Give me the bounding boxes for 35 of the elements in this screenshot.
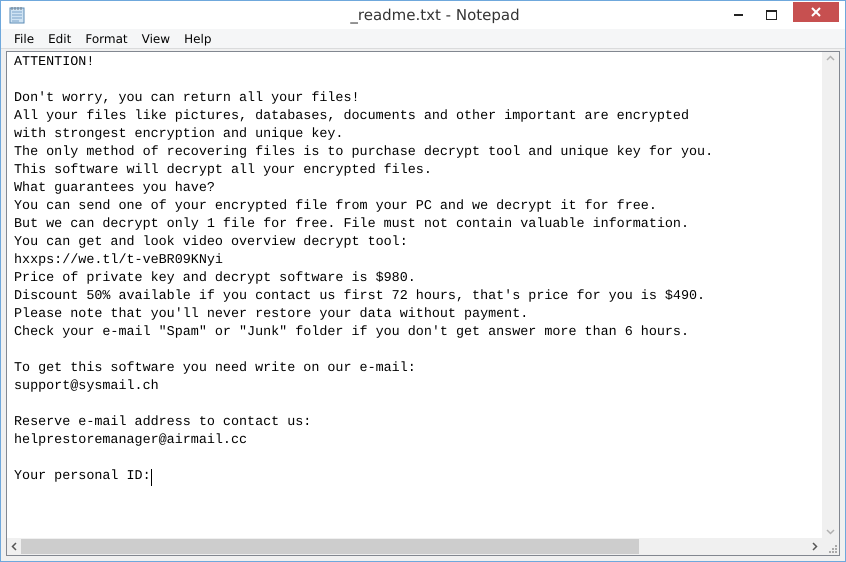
maximize-icon xyxy=(766,10,776,20)
text-line: ATTENTION! xyxy=(14,54,94,72)
text-line: hxxps://we.tl/t-veBR09KNyi xyxy=(14,252,223,270)
vertical-scrollbar[interactable] xyxy=(822,52,839,538)
text-line: You can get and look video overview decrypt tool: xyxy=(14,234,408,252)
close-icon xyxy=(811,7,821,17)
text-line: Reserve e-mail address to contact us: xyxy=(14,414,312,432)
resize-grip-icon xyxy=(829,545,837,553)
text-line: with strongest encryption and unique key. xyxy=(14,126,344,144)
text-line: But we can decrypt only 1 file for free. File must not contain valuable information. xyxy=(14,216,689,234)
menu-item[interactable]: Edit xyxy=(41,30,78,48)
menu-item[interactable]: Format xyxy=(78,30,135,48)
text-line: Please note that you'll never restore your data without payment. xyxy=(14,306,528,324)
close-button[interactable] xyxy=(793,2,839,22)
text-line: All your files like pictures, databases, documents and other important are encrypted xyxy=(14,108,689,126)
scrollbar-thumb[interactable] xyxy=(21,539,639,554)
text-line: The only method of recovering files is to purchase decrypt tool and unique key for you. xyxy=(14,144,714,162)
text-line: support@sysmail.ch xyxy=(14,378,159,396)
window-title: _readme.txt - Notepad xyxy=(350,4,520,26)
text-line: Check your e-mail "Spam" or "Junk" folder if you don't get answer more than 6 hours. xyxy=(14,324,689,342)
horizontal-scrollbar[interactable] xyxy=(7,538,822,555)
notepad-icon xyxy=(9,6,25,24)
text-line: What guarantees you have? xyxy=(14,180,215,198)
text-line: Discount 50% available if you contact us first 72 hours, that's price for you is $490. xyxy=(14,288,706,306)
text-line: helprestoremanager@airmail.cc xyxy=(14,432,248,450)
text-line: You can send one of your encrypted file from your PC and we decrypt it for free. xyxy=(14,198,657,216)
text-line: Your personal ID: xyxy=(14,468,151,486)
text-line: This software will decrypt all your encrypted files. xyxy=(14,162,432,180)
menu-item[interactable]: File xyxy=(7,30,42,48)
minimize-icon xyxy=(734,13,744,17)
text-line: Price of private key and decrypt software is $980. xyxy=(14,270,416,288)
menu-item[interactable]: View xyxy=(134,30,178,48)
menu-item[interactable]: Help xyxy=(177,30,218,48)
text-line: Don't worry, you can return all your files! xyxy=(14,90,360,108)
text-line: To get this software you need write on our e-mail: xyxy=(14,360,416,378)
